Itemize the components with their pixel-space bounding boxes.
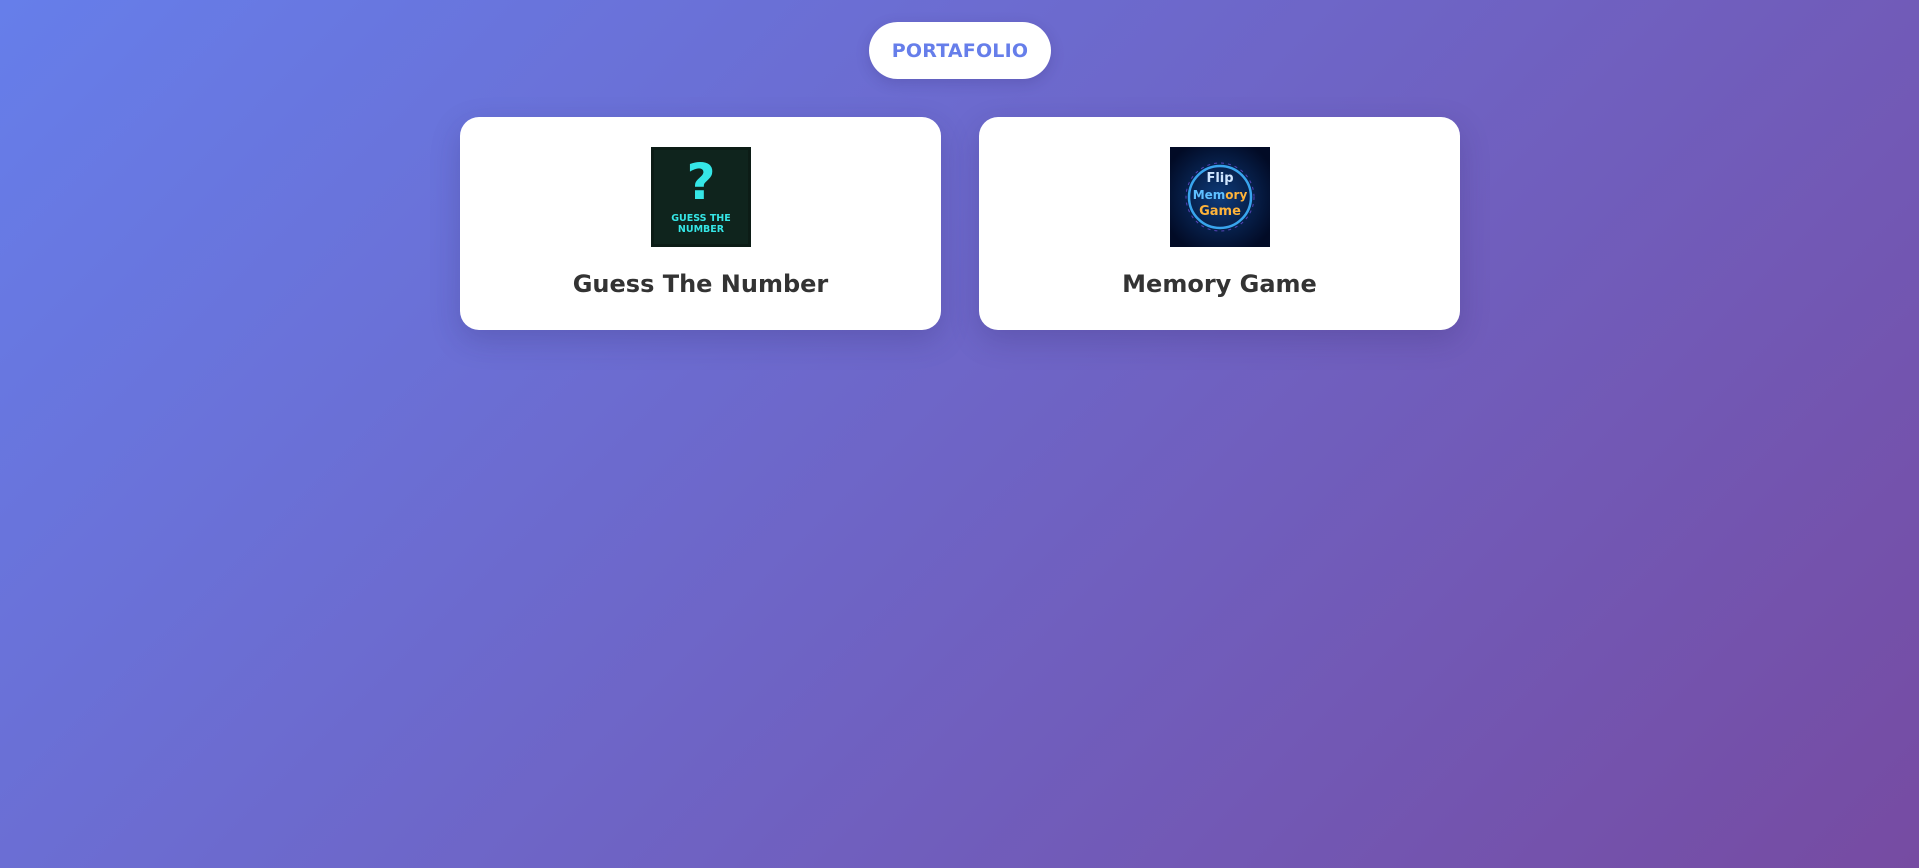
portfolio-button[interactable]: PORTAFOLIO [869, 22, 1051, 79]
guess-the-number-thumbnail: ? GUESS THE NUMBER [650, 147, 751, 247]
thumb-text-game: Game [1199, 204, 1241, 219]
thumb-text-line1: GUESS THE [671, 213, 731, 224]
portfolio-button-label: PORTAFOLIO [891, 39, 1029, 62]
question-mark-glyph: ? [686, 153, 715, 211]
thumb-text-line2: NUMBER [677, 224, 724, 235]
game-card-memory-game[interactable]: Flip Memory Game Memory Game [979, 117, 1460, 330]
card-title: Memory Game [1122, 270, 1317, 298]
game-card-list: ? GUESS THE NUMBER Guess The Number Flip [460, 117, 1460, 330]
thumb-text-flip: Flip [1206, 171, 1233, 186]
card-title: Guess The Number [572, 270, 829, 298]
flip-memory-game-thumbnail: Flip Memory Game [1169, 147, 1270, 247]
game-card-guess-the-number[interactable]: ? GUESS THE NUMBER Guess The Number [460, 117, 941, 330]
svg-text:Memory: Memory [1192, 188, 1247, 202]
